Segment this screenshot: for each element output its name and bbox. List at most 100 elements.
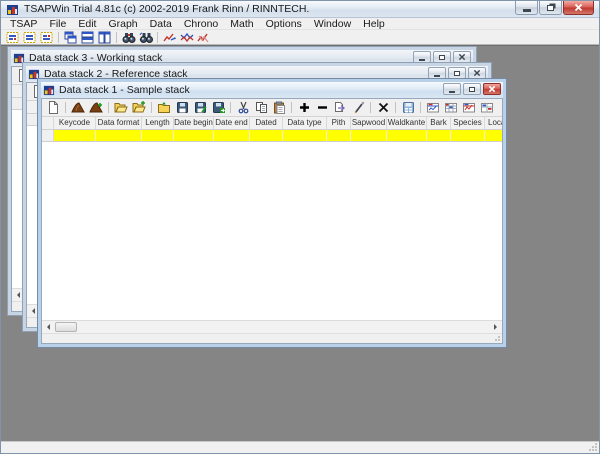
- column-header-datebegin[interactable]: Date begin: [174, 117, 214, 129]
- paste-button[interactable]: [270, 100, 288, 116]
- save-export-icon: [212, 101, 225, 114]
- stack-window-1-button[interactable]: [4, 30, 21, 45]
- open-add-button[interactable]: [130, 100, 148, 116]
- column-header-datatype[interactable]: Data type: [283, 117, 327, 129]
- scroll-right-button[interactable]: [490, 321, 502, 333]
- remove-row-button[interactable]: [313, 100, 331, 116]
- restore-button[interactable]: [463, 83, 481, 95]
- app-title: TSAPWin Trial 4.81c (c) 2002-2019 Frank …: [24, 3, 309, 15]
- tile-horizontal-button[interactable]: [79, 30, 96, 45]
- column-header-location[interactable]: Location: [485, 117, 502, 129]
- minimize-icon: [434, 75, 440, 77]
- scroll-left-button[interactable]: [42, 321, 54, 333]
- arrow-right-icon: [494, 324, 500, 330]
- column-header-keycode[interactable]: Keycode: [54, 117, 96, 129]
- column-header-dated[interactable]: Dated: [250, 117, 283, 129]
- stack-window-2-button[interactable]: [21, 30, 38, 45]
- save-export-button[interactable]: [209, 100, 227, 116]
- close-icon: [458, 53, 466, 61]
- close-button[interactable]: [563, 1, 594, 15]
- delete-row-button[interactable]: [374, 100, 392, 116]
- tile-vertical-button[interactable]: [96, 30, 113, 45]
- table-corner-cell[interactable]: [42, 117, 54, 129]
- restore-button[interactable]: [539, 1, 562, 15]
- table-report-4-button[interactable]: [478, 100, 496, 116]
- column-header-bark[interactable]: Bark: [427, 117, 451, 129]
- resize-grip-icon[interactable]: [588, 442, 598, 452]
- table-cell[interactable]: [451, 130, 485, 141]
- menu-chrono[interactable]: Chrono: [178, 18, 224, 30]
- add-tree-button[interactable]: [87, 100, 105, 116]
- cascade-windows-button[interactable]: [62, 30, 79, 45]
- table-report-1-button[interactable]: [424, 100, 442, 116]
- table-cell[interactable]: [214, 130, 250, 141]
- stack-window-3-button[interactable]: [38, 30, 55, 45]
- minimize-button[interactable]: [515, 1, 538, 15]
- new-stack-button[interactable]: [44, 100, 62, 116]
- minimize-button[interactable]: [443, 83, 461, 95]
- table-cell[interactable]: [250, 130, 283, 141]
- column-header-species[interactable]: Species: [451, 117, 485, 129]
- toolbar-separator: [151, 102, 152, 113]
- crossdate-graph-3-button[interactable]: [195, 30, 212, 45]
- table-cell[interactable]: [351, 130, 387, 141]
- table-cell[interactable]: [427, 130, 451, 141]
- cut-button[interactable]: [234, 100, 252, 116]
- send-row-button[interactable]: [331, 100, 349, 116]
- menu-math[interactable]: Math: [224, 18, 259, 30]
- edit-row-button[interactable]: [349, 100, 367, 116]
- close-icon: [473, 69, 481, 77]
- collect-folder-button[interactable]: [155, 100, 173, 116]
- table-selected-row[interactable]: [42, 130, 502, 142]
- table-cell[interactable]: [142, 130, 174, 141]
- row-header-cell[interactable]: [42, 130, 54, 141]
- table-report-2-button[interactable]: [442, 100, 460, 116]
- column-header-dataformat[interactable]: Data format: [96, 117, 142, 129]
- column-header-sapwood[interactable]: Sapwood: [351, 117, 387, 129]
- menu-edit[interactable]: Edit: [72, 18, 102, 30]
- crossdate-graph-1-button[interactable]: [161, 30, 178, 45]
- table-body[interactable]: [42, 142, 502, 320]
- column-header-waldkante[interactable]: Waldkante: [387, 117, 427, 129]
- table-cell[interactable]: [96, 130, 142, 141]
- horizontal-scrollbar[interactable]: [42, 320, 502, 333]
- save-edit-button[interactable]: [191, 100, 209, 116]
- scrollbar-thumb[interactable]: [55, 322, 77, 332]
- window-titlebar[interactable]: Data stack 1 - Sample stack: [41, 82, 503, 98]
- search-stack-button[interactable]: [120, 30, 137, 45]
- search-all-stacks-button[interactable]: [137, 30, 154, 45]
- table-cell[interactable]: [485, 130, 502, 141]
- menu-data[interactable]: Data: [144, 18, 178, 30]
- column-header-dateend[interactable]: Date end: [214, 117, 250, 129]
- menu-help[interactable]: Help: [357, 18, 391, 30]
- open-folder-add-icon: [132, 101, 146, 114]
- menu-options[interactable]: Options: [260, 18, 308, 30]
- pencil-icon: [352, 101, 365, 114]
- open-file-button[interactable]: [112, 100, 130, 116]
- table-cell[interactable]: [283, 130, 327, 141]
- crossdate-graph-2-button[interactable]: [178, 30, 195, 45]
- window-data-stack-1[interactable]: Data stack 1 - Sample stack: [37, 78, 507, 348]
- toolbar-separator: [291, 102, 292, 113]
- menu-file[interactable]: File: [43, 18, 72, 30]
- copy-button[interactable]: [252, 100, 270, 116]
- app-titlebar[interactable]: TSAPWin Trial 4.81c (c) 2002-2019 Frank …: [1, 1, 599, 18]
- table-cell[interactable]: [327, 130, 351, 141]
- menu-graph[interactable]: Graph: [102, 18, 143, 30]
- save-table-button[interactable]: [399, 100, 417, 116]
- save-button[interactable]: [173, 100, 191, 116]
- table-cell[interactable]: [54, 130, 96, 141]
- resize-grip-icon[interactable]: [492, 333, 501, 342]
- table-cell[interactable]: [387, 130, 427, 141]
- close-button[interactable]: [483, 83, 501, 95]
- tree-sample-add-icon: [89, 101, 103, 114]
- column-header-pith[interactable]: Pith: [327, 117, 351, 129]
- import-tree-button[interactable]: [69, 100, 87, 116]
- menu-window[interactable]: Window: [308, 18, 357, 30]
- table-report-3-button[interactable]: [460, 100, 478, 116]
- plus-icon: [298, 101, 311, 114]
- menu-tsap[interactable]: TSAP: [4, 18, 43, 30]
- table-cell[interactable]: [174, 130, 214, 141]
- add-row-button[interactable]: [295, 100, 313, 116]
- column-header-length[interactable]: Length: [142, 117, 174, 129]
